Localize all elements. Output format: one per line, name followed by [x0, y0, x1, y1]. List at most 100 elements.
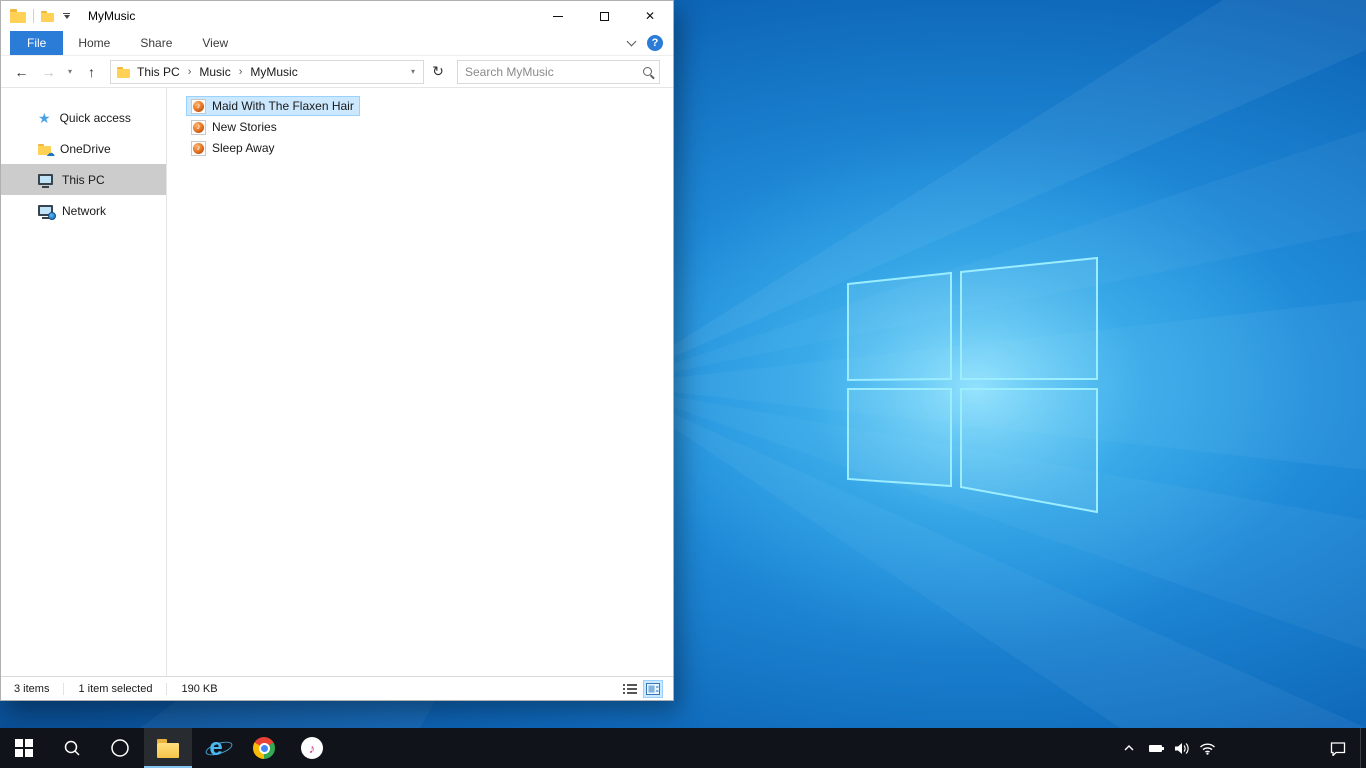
address-folder-icon — [117, 66, 130, 78]
forward-button[interactable]: → — [36, 59, 61, 84]
music-file-icon: ♪ — [191, 119, 206, 135]
cloud-icon: ☁ — [46, 147, 55, 158]
window-folder-icon — [10, 9, 26, 23]
minimize-icon — [553, 15, 563, 17]
file-explorer-window: MyMusic ✕ File Home Share View ? ← → ▾ ↑… — [0, 0, 674, 701]
show-hidden-icons-button[interactable] — [1116, 728, 1142, 768]
qat-dropdown-bar — [63, 13, 70, 14]
breadcrumb-mymusic[interactable]: MyMusic — [243, 62, 304, 82]
expand-ribbon-icon[interactable] — [626, 36, 637, 46]
this-pc-icon — [38, 174, 53, 188]
taskbar-file-explorer-button[interactable] — [144, 728, 192, 768]
address-box[interactable]: This PC › Music › MyMusic ▾ — [110, 59, 424, 84]
search-box — [457, 59, 660, 84]
file-row[interactable]: ♪ Sleep Away — [186, 138, 281, 158]
globe-icon — [48, 212, 56, 220]
chevron-down-icon — [63, 15, 70, 19]
music-note-icon: ♪ — [193, 121, 204, 133]
large-icons-view-icon — [646, 682, 660, 695]
taskbar-chrome-button[interactable] — [240, 728, 288, 768]
tab-view[interactable]: View — [187, 31, 243, 55]
sidebar-item-network[interactable]: Network — [1, 195, 166, 226]
file-row[interactable]: ♪ Maid With The Flaxen Hair — [186, 96, 360, 116]
battery-button[interactable] — [1142, 728, 1168, 768]
windows-logo-icon — [15, 739, 33, 757]
star-icon: ★ — [38, 109, 51, 126]
tab-share[interactable]: Share — [125, 31, 187, 55]
recent-locations-dropdown[interactable]: ▾ — [63, 59, 77, 84]
qat-separator — [33, 9, 34, 23]
file-name: Maid With The Flaxen Hair — [212, 99, 354, 113]
refresh-button[interactable]: ↻ — [426, 60, 450, 84]
sidebar-item-label: Network — [62, 203, 107, 218]
qat-customize-dropdown[interactable] — [61, 11, 72, 21]
battery-icon — [1148, 744, 1164, 752]
search-icon — [64, 740, 80, 756]
sidebar-item-this-pc[interactable]: This PC — [1, 164, 166, 195]
search-input[interactable] — [465, 64, 637, 79]
tab-home[interactable]: Home — [63, 31, 125, 55]
caption-buttons: ✕ — [535, 1, 673, 31]
maximize-icon — [599, 11, 609, 21]
tab-file[interactable]: File — [10, 31, 64, 55]
onedrive-icon: ☁ — [38, 143, 55, 158]
selection-size: 190 KB — [181, 682, 218, 695]
ribbon-tab-row: File Home Share View ? — [1, 31, 673, 56]
system-tray — [1116, 728, 1366, 768]
network-button[interactable] — [1194, 728, 1220, 768]
selection-count: 1 item selected — [78, 682, 168, 695]
close-button[interactable]: ✕ — [627, 1, 673, 31]
network-icon — [38, 205, 56, 220]
wifi-icon — [1199, 742, 1215, 755]
details-view-button[interactable] — [620, 680, 640, 698]
maximize-button[interactable] — [581, 1, 627, 31]
help-button[interactable]: ? — [647, 35, 663, 51]
music-note-icon: ♪ — [193, 100, 204, 112]
navigation-pane: ★ Quick access ☁ OneDrive This PC Networ… — [1, 88, 167, 676]
back-button[interactable]: ← — [9, 59, 34, 84]
itunes-icon: ♪ — [301, 737, 323, 759]
qat-properties-icon[interactable] — [41, 11, 54, 22]
titlebar: MyMusic ✕ — [1, 1, 673, 31]
search-icon[interactable] — [643, 67, 652, 76]
start-button[interactable] — [0, 728, 48, 768]
address-dropdown-icon[interactable]: ▾ — [407, 67, 419, 76]
breadcrumb-this-pc[interactable]: This PC — [130, 62, 187, 82]
cortana-icon — [111, 739, 129, 757]
sidebar-item-onedrive[interactable]: ☁ OneDrive — [1, 133, 166, 164]
items-count: 3 items — [14, 682, 65, 695]
file-explorer-icon — [157, 738, 179, 758]
up-button[interactable]: ↑ — [79, 59, 104, 84]
sidebar-item-label: This PC — [62, 172, 105, 187]
internet-explorer-icon: e — [209, 734, 223, 761]
sidebar-item-label: OneDrive — [60, 141, 111, 156]
volume-button[interactable] — [1168, 728, 1194, 768]
file-name: New Stories — [212, 120, 277, 134]
file-row[interactable]: ♪ New Stories — [186, 117, 283, 137]
taskbar-search-button[interactable] — [48, 728, 96, 768]
taskbar-itunes-button[interactable]: ♪ — [288, 728, 336, 768]
breadcrumb-music[interactable]: Music — [192, 62, 237, 82]
taskbar: e ♪ — [0, 728, 1366, 768]
action-center-button[interactable] — [1316, 728, 1360, 768]
taskbar-internet-explorer-button[interactable]: e — [192, 728, 240, 768]
view-toggles — [620, 679, 663, 698]
minimize-button[interactable] — [535, 1, 581, 31]
window-body: ★ Quick access ☁ OneDrive This PC Networ… — [1, 88, 673, 676]
status-bar: 3 items 1 item selected 190 KB — [1, 676, 673, 700]
cortana-button[interactable] — [96, 728, 144, 768]
action-center-icon — [1330, 741, 1346, 756]
large-icons-view-button[interactable] — [643, 679, 663, 698]
ribbon-right-controls: ? — [626, 31, 673, 55]
music-file-icon: ♪ — [191, 140, 206, 156]
address-bar-row: ← → ▾ ↑ This PC › Music › MyMusic ▾ ↻ — [1, 56, 673, 88]
speaker-icon — [1174, 742, 1189, 754]
details-view-icon — [623, 683, 637, 694]
file-list: ♪ Maid With The Flaxen Hair ♪ New Storie… — [167, 88, 673, 676]
sidebar-item-quick-access[interactable]: ★ Quick access — [1, 102, 166, 133]
music-file-icon: ♪ — [191, 98, 206, 114]
chrome-icon — [253, 737, 275, 759]
close-icon: ✕ — [644, 9, 656, 23]
window-title: MyMusic — [88, 9, 136, 23]
show-desktop-button[interactable] — [1360, 728, 1366, 768]
